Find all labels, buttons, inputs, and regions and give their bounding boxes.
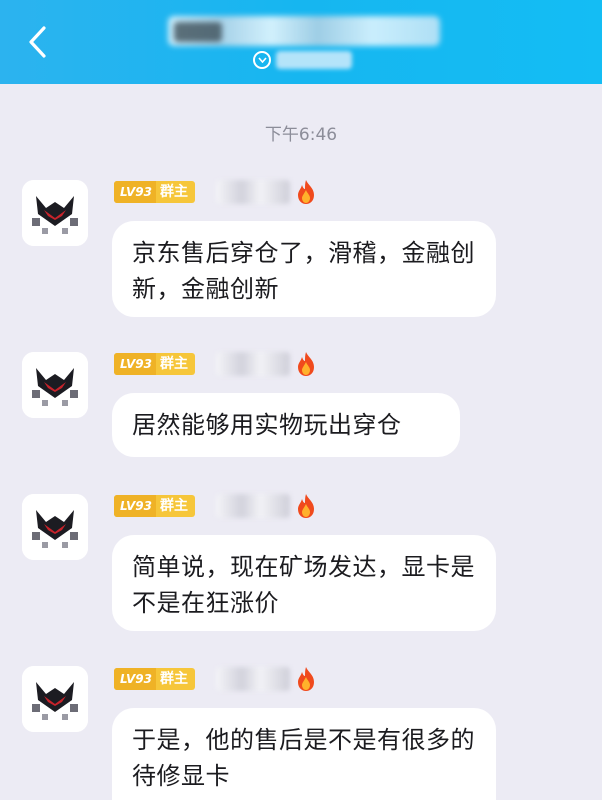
sender-name-obscured[interactable]: [216, 352, 290, 376]
level-badge: LV93: [114, 495, 156, 517]
message-bubble[interactable]: 简单说，现在矿场发达，显卡是不是在狂涨价: [112, 535, 496, 631]
avatar[interactable]: [22, 352, 88, 418]
role-badge: 群主: [159, 671, 188, 687]
sender-name-obscured[interactable]: [216, 667, 290, 691]
level-badge: LV93: [114, 353, 156, 375]
member-badge: LV93 群主: [114, 668, 195, 690]
role-badge: 群主: [159, 356, 188, 372]
level-badge: LV93: [114, 181, 156, 203]
sender-name-obscured[interactable]: [216, 180, 290, 204]
chat-subtitle-obscured: [276, 51, 352, 69]
flame-icon: [294, 351, 318, 377]
role-badge: 群主: [159, 498, 188, 514]
message-bubble[interactable]: 居然能够用实物玩出穿仓: [112, 393, 460, 457]
avatar[interactable]: [22, 494, 88, 560]
message-bubble[interactable]: 于是，他的售后是不是有很多的待修显卡: [112, 708, 496, 800]
sender-name-obscured[interactable]: [216, 494, 290, 518]
flame-icon: [294, 179, 318, 205]
level-badge: LV93: [114, 668, 156, 690]
message-timestamp: 下午6:46: [264, 125, 338, 145]
chevron-down-circle-icon[interactable]: [253, 51, 271, 69]
role-badge: 群主: [159, 184, 188, 200]
avatar[interactable]: [22, 180, 88, 246]
back-button[interactable]: [18, 22, 58, 62]
member-badge: LV93 群主: [114, 181, 195, 203]
flame-icon: [294, 493, 318, 519]
avatar[interactable]: [22, 666, 88, 732]
message-bubble[interactable]: 京东售后穿仓了，滑稽，金融创新，金融创新: [112, 221, 496, 317]
member-badge: LV93 群主: [114, 495, 195, 517]
chat-title-obscured-fragment: [174, 22, 222, 42]
flame-icon: [294, 666, 318, 692]
member-badge: LV93 群主: [114, 353, 195, 375]
chat-header: [0, 0, 602, 84]
chevron-left-icon: [29, 26, 46, 58]
